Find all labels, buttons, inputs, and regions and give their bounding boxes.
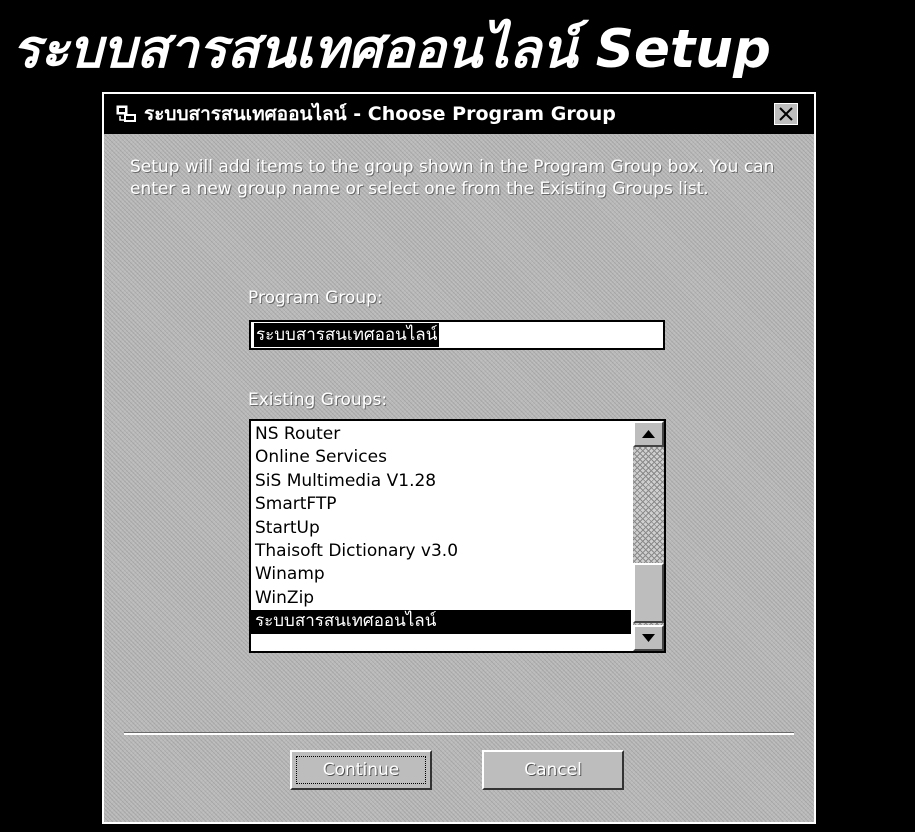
banner-title: ระบบสารสนเทศออนไลน์ Setup (12, 19, 771, 80)
program-group-label: Program Group: (248, 288, 383, 308)
existing-groups-list[interactable]: NS Router Online Services SiS Multimedia… (249, 419, 666, 653)
continue-button[interactable]: Continue (290, 750, 432, 790)
scroll-up-button[interactable] (633, 421, 664, 447)
list-item[interactable]: StartUp (251, 517, 631, 540)
existing-groups-items: NS Router Online Services SiS Multimedia… (251, 423, 631, 634)
scroll-down-button[interactable] (633, 625, 664, 651)
button-separator (124, 732, 794, 735)
list-item[interactable]: NS Router (251, 423, 631, 446)
list-item-selected[interactable]: ระบบสารสนเทศออนไลน์ (251, 610, 631, 634)
intro-text: Setup will add items to the group shown … (130, 157, 775, 199)
dialog-titlebar[interactable]: ระบบสารสนเทศออนไลน์ - Choose Program Gro… (104, 94, 814, 134)
dialog-title: ระบบสารสนเทศออนไลน์ - Choose Program Gro… (144, 103, 616, 125)
close-button[interactable] (774, 103, 798, 125)
list-item[interactable]: SmartFTP (251, 493, 631, 516)
cancel-button-label: Cancel (524, 760, 582, 780)
cancel-button[interactable]: Cancel (482, 750, 624, 790)
list-item[interactable]: Thaisoft Dictionary v3.0 (251, 540, 631, 563)
setup-banner: ระบบสารสนเทศออนไลน์ Setup (0, 0, 915, 92)
list-item[interactable]: SiS Multimedia V1.28 (251, 470, 631, 493)
list-item[interactable]: Winamp (251, 563, 631, 586)
setup-app-icon (116, 104, 138, 124)
list-item[interactable]: WinZip (251, 587, 631, 610)
program-group-input[interactable]: ระบบสารสนเทศออนไลน์ (249, 320, 665, 350)
list-scrollbar[interactable] (633, 421, 664, 651)
focus-outline (296, 756, 426, 784)
scroll-thumb[interactable] (633, 563, 664, 623)
choose-program-group-dialog: ระบบสารสนเทศออนไลน์ - Choose Program Gro… (102, 92, 816, 824)
existing-groups-label: Existing Groups: (248, 390, 388, 410)
program-group-value: ระบบสารสนเทศออนไลน์ (254, 323, 440, 347)
list-item[interactable]: Online Services (251, 446, 631, 469)
